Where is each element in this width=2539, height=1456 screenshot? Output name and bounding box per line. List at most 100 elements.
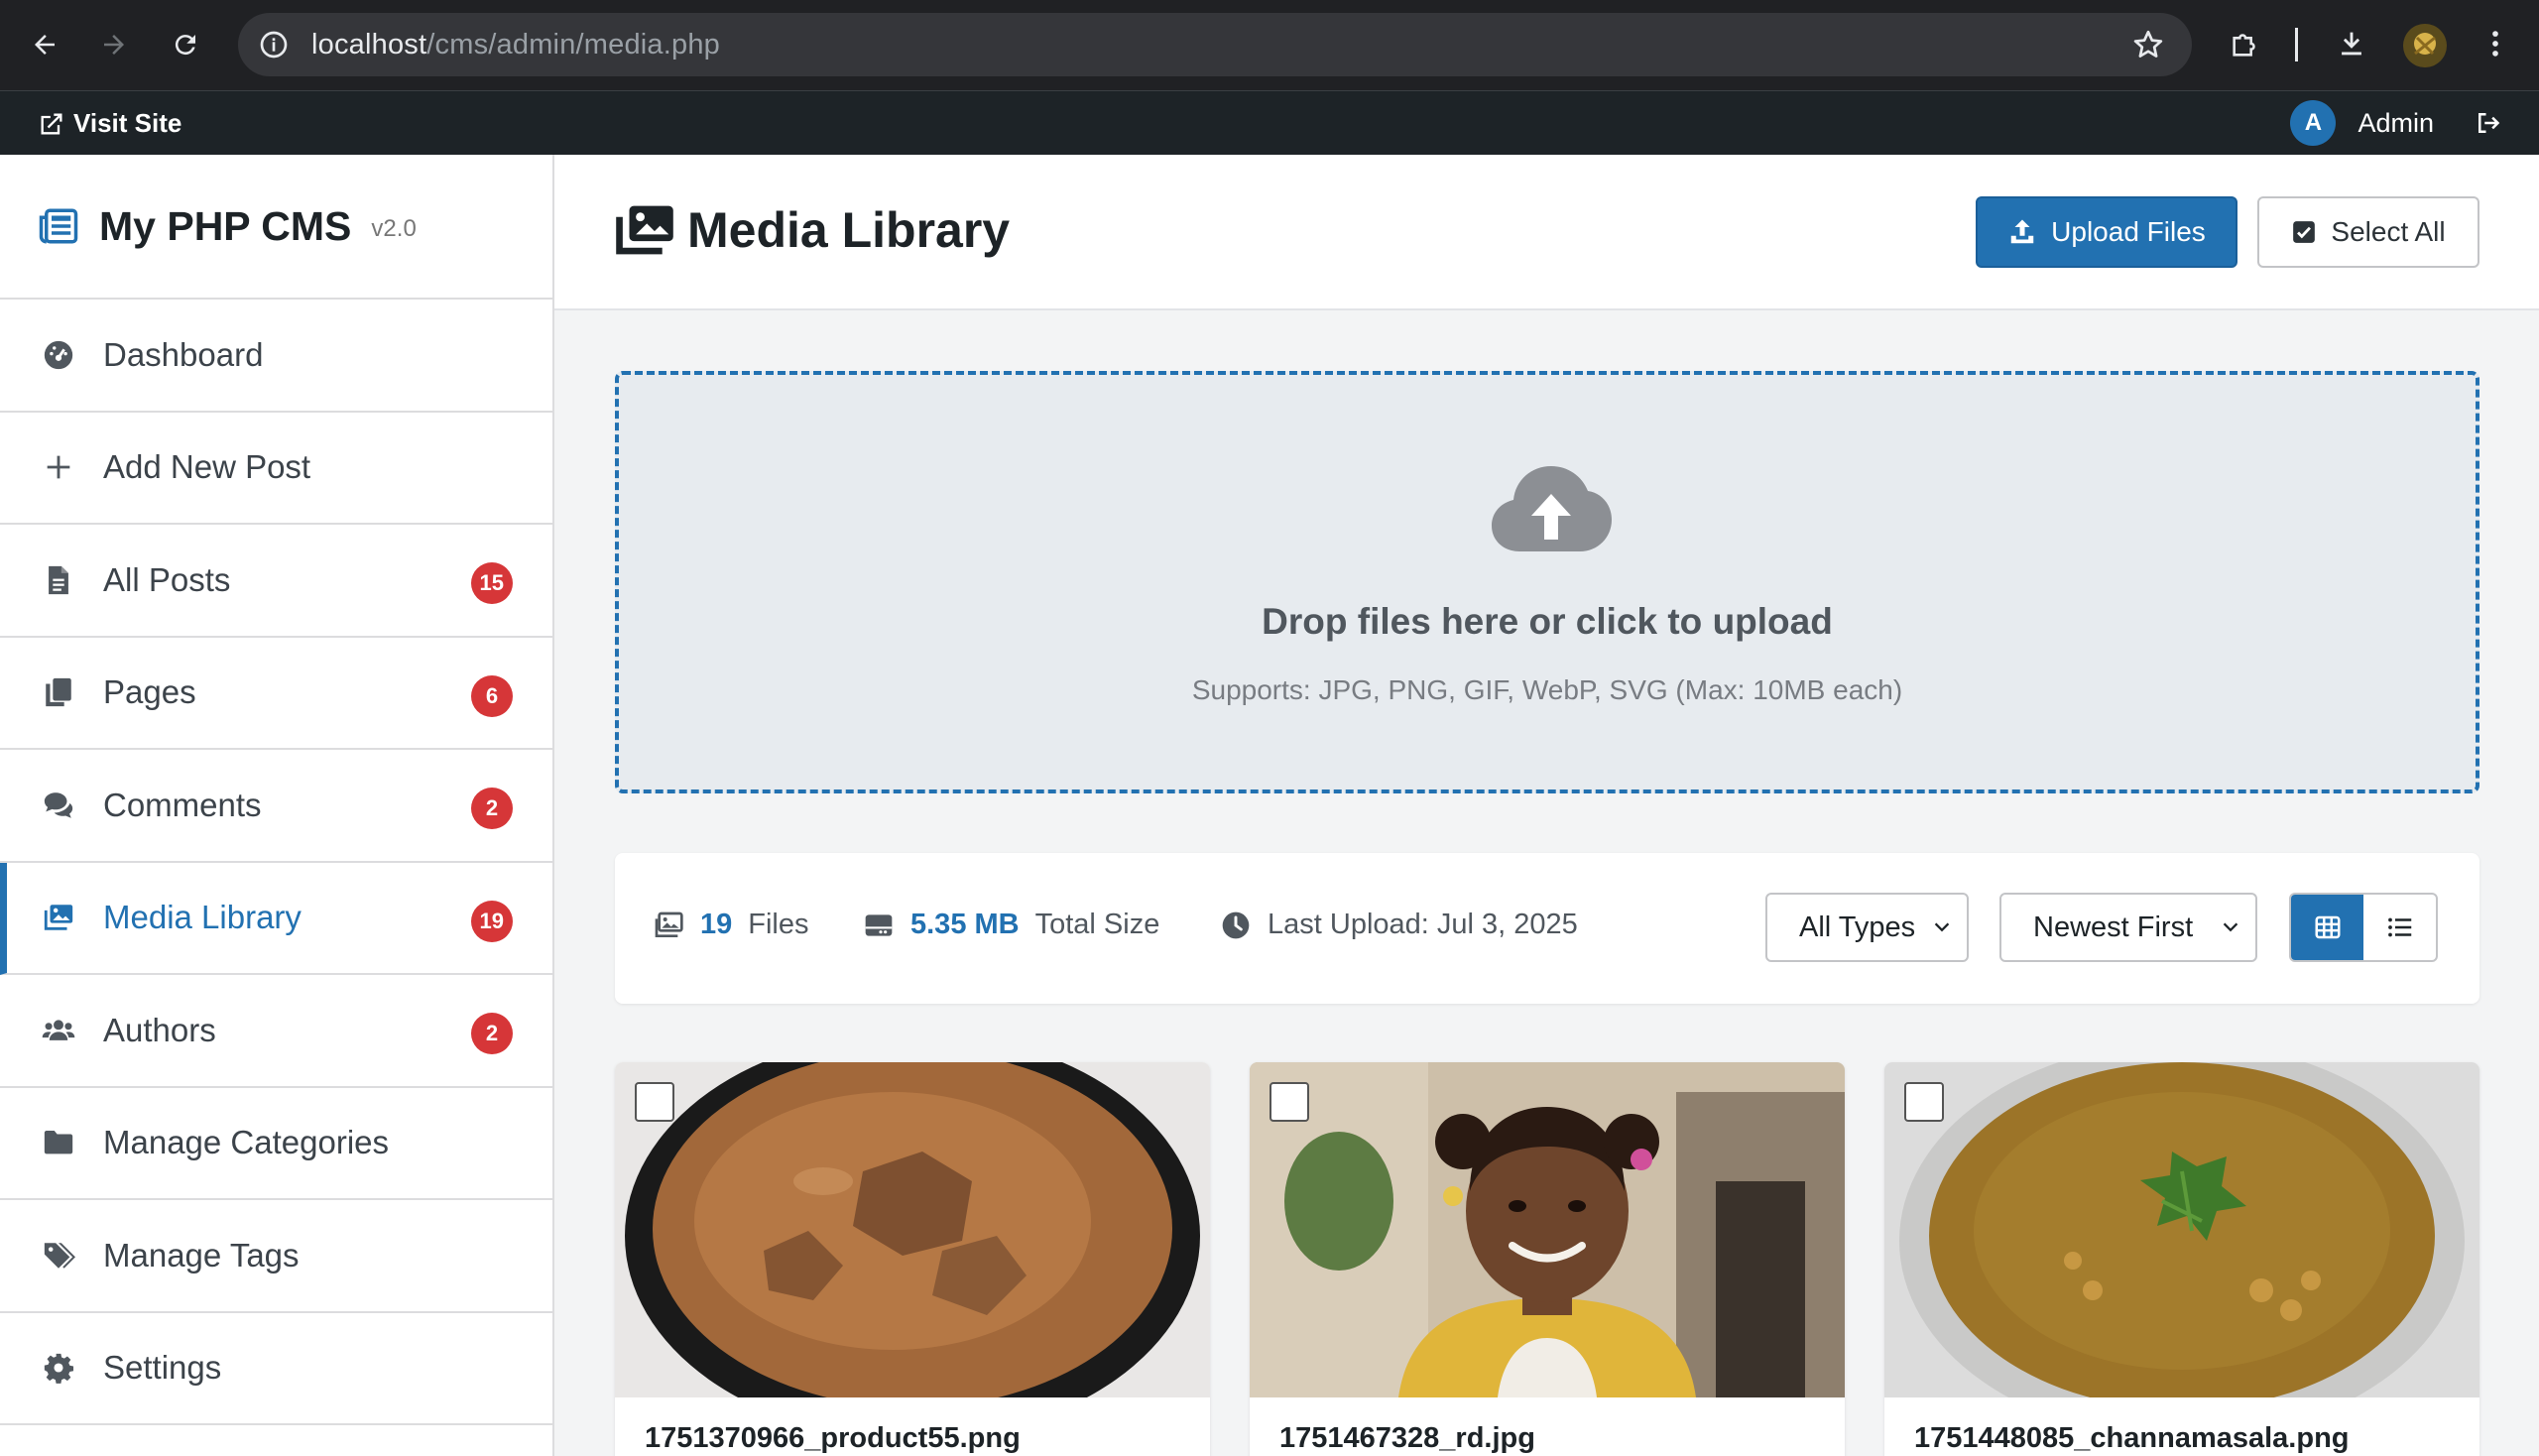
clock-icon — [1222, 911, 1250, 938]
select-all-label: Select All — [2331, 216, 2446, 247]
count-badge: 15 — [470, 562, 513, 604]
sidebar-item-media-library[interactable]: Media Library 19 — [0, 862, 552, 975]
select-all-button[interactable]: Select All — [2257, 196, 2479, 268]
toolbar-separator — [2295, 28, 2298, 61]
sidebar-item-add-new-post[interactable]: Add New Post — [0, 413, 552, 525]
extensions-icon[interactable] — [2222, 20, 2269, 67]
sidebar-item-manage-categories[interactable]: Manage Categories — [0, 1088, 552, 1200]
upload-dropzone[interactable]: Drop files here or click to upload Suppo… — [615, 371, 2479, 793]
page-title: Media Library — [614, 201, 1010, 259]
images-icon — [616, 205, 673, 255]
logout-icon[interactable] — [2474, 108, 2503, 138]
media-card[interactable]: 1751370966_product55.png — [615, 1062, 1210, 1456]
sidebar-item-label: Authors — [103, 1011, 216, 1048]
media-filename: 1751370966_product55.png — [645, 1422, 1021, 1454]
media-select-checkbox[interactable] — [1904, 1082, 1944, 1122]
sidebar-item-pages[interactable]: Pages 6 — [0, 638, 552, 750]
avatar: A — [2290, 100, 2337, 146]
tags-icon — [40, 1237, 77, 1274]
browser-menu-icon[interactable] — [2472, 20, 2519, 67]
sidebar-item-label: Manage Tags — [103, 1236, 300, 1274]
media-thumbnail[interactable] — [1884, 1062, 2479, 1397]
dropzone-subtitle: Supports: JPG, PNG, GIF, WebP, SVG (Max:… — [1191, 674, 1903, 705]
media-thumbnail[interactable] — [1250, 1062, 1845, 1397]
media-select-checkbox[interactable] — [1270, 1082, 1309, 1122]
media-card[interactable]: 1751467328_rd.jpg — [1250, 1062, 1845, 1456]
type-filter-value: All Types — [1799, 910, 1916, 943]
chevron-down-icon — [2223, 922, 2238, 932]
sidebar-item-settings[interactable]: Settings — [0, 1313, 552, 1425]
list-icon — [2387, 917, 2411, 937]
folder-icon — [40, 1124, 77, 1161]
sidebar-item-label: Pages — [103, 673, 196, 711]
count-badge: 6 — [471, 674, 513, 717]
media-thumbnail[interactable] — [615, 1062, 1210, 1397]
checkbox-checked-icon — [2293, 221, 2316, 243]
files-label: Files — [748, 909, 809, 940]
comments-icon — [40, 787, 77, 824]
browser-toolbar: localhost/cms/admin/media.php — [0, 0, 2539, 90]
dashboard-icon — [40, 336, 77, 374]
users-icon — [40, 1012, 77, 1049]
copy-icon — [40, 673, 77, 711]
brand[interactable]: My PHP CMS v2.0 — [0, 155, 552, 300]
sidebar-item-label: All Posts — [103, 560, 231, 598]
view-toggle — [2289, 893, 2438, 962]
upload-files-label: Upload Files — [2051, 216, 2206, 247]
size-stat: 5.35 MB Total Size — [863, 909, 1159, 941]
sidebar-item-label: Settings — [103, 1349, 222, 1387]
visit-site-label: Visit Site — [73, 108, 182, 138]
chevron-down-icon — [1934, 922, 1950, 932]
hard-drive-icon — [865, 913, 893, 936]
total-size-label: Total Size — [1034, 909, 1160, 940]
sidebar-item-label: Comments — [103, 786, 262, 823]
count-badge: 19 — [470, 900, 513, 942]
gear-icon — [40, 1349, 77, 1387]
last-upload-text: Last Upload: Jul 3, 2025 — [1268, 909, 1578, 940]
files-count: 19 — [700, 909, 733, 940]
bookmark-star-icon[interactable] — [2130, 27, 2166, 62]
images-icon — [655, 911, 683, 937]
sidebar-item-all-posts[interactable]: All Posts 15 — [0, 525, 552, 638]
site-info-icon[interactable] — [258, 29, 290, 61]
admin-user-menu[interactable]: A Admin — [2290, 100, 2503, 146]
sidebar-item-label: Media Library — [103, 899, 302, 936]
main-content: Media Library Upload Files Select All Dr… — [554, 155, 2539, 1456]
upload-icon — [2010, 219, 2034, 244]
external-link-icon — [41, 113, 62, 134]
newspaper-icon — [39, 208, 78, 244]
plus-icon — [40, 448, 77, 486]
sidebar: My PHP CMS v2.0 Dashboard Add New Post A… — [0, 155, 554, 1456]
forward-icon[interactable] — [91, 22, 137, 67]
page-title-text: Media Library — [687, 202, 1011, 258]
media-stats-bar: 19 Files 5.35 MB Total Size Last Upload:… — [615, 853, 2479, 1004]
download-icon[interactable] — [2328, 20, 2375, 67]
sidebar-item-label: Dashboard — [103, 335, 264, 373]
sort-value: Newest First — [2033, 910, 2194, 943]
dropzone-title: Drop files here or click to upload — [1262, 601, 1833, 642]
sort-select[interactable]: Newest First — [1999, 893, 2257, 962]
sidebar-item-label: Add New Post — [103, 448, 311, 486]
address-bar[interactable]: localhost/cms/admin/media.php — [238, 13, 2192, 76]
browser-profile-avatar[interactable] — [2403, 24, 2447, 67]
admin-bar: Visit Site A Admin — [0, 90, 2539, 155]
back-icon[interactable] — [22, 22, 67, 67]
grid-view-button[interactable] — [2291, 895, 2363, 960]
files-stat: 19 Files — [653, 909, 809, 941]
url-text[interactable]: localhost/cms/admin/media.php — [311, 29, 720, 61]
sidebar-item-comments[interactable]: Comments 2 — [0, 750, 552, 863]
page-header: Media Library Upload Files Select All — [554, 155, 2539, 310]
sidebar-item-manage-tags[interactable]: Manage Tags — [0, 1200, 552, 1313]
media-card[interactable]: 1751448085_channamasala.png — [1884, 1062, 2479, 1456]
upload-files-button[interactable]: Upload Files — [1976, 196, 2237, 268]
sidebar-item-authors[interactable]: Authors 2 — [0, 975, 552, 1088]
last-upload-stat: Last Upload: Jul 3, 2025 — [1220, 909, 1578, 941]
visit-site-link[interactable]: Visit Site — [38, 108, 181, 139]
sidebar-item-label: Manage Categories — [103, 1124, 390, 1161]
media-select-checkbox[interactable] — [635, 1082, 674, 1122]
sidebar-item-dashboard[interactable]: Dashboard — [0, 300, 552, 413]
type-filter-select[interactable]: All Types — [1765, 893, 1969, 962]
reload-icon[interactable] — [163, 22, 208, 67]
list-view-button[interactable] — [2363, 895, 2436, 960]
total-size-value: 5.35 MB — [910, 909, 1020, 940]
